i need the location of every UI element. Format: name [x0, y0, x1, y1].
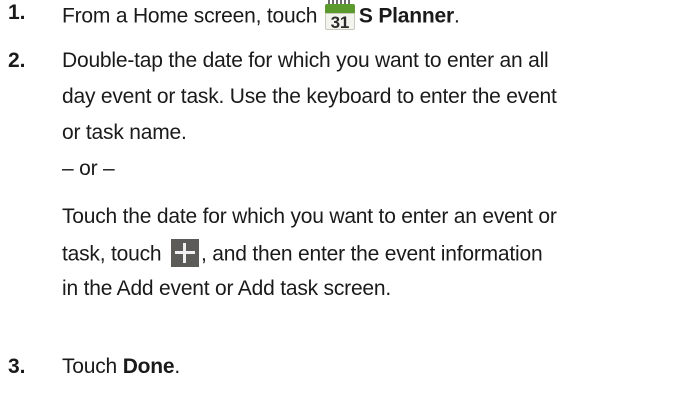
step-line: in the Add event or Add task screen. — [62, 277, 392, 300]
app-name-s-planner: S Planner — [358, 4, 454, 28]
step-text: From a Home screen, touch — [62, 4, 323, 28]
step-line: day event or task. Use the keyboard to e… — [62, 85, 557, 108]
or-separator: – or – — [62, 157, 115, 180]
step-line: task, touch , and then enter the event i… — [62, 239, 543, 269]
step-line: Touch Done. — [62, 355, 180, 379]
step-line: From a Home screen, touch 31 S Planner. — [62, 0, 460, 33]
step-text: task, touch — [62, 242, 167, 266]
step-number: 1. — [8, 1, 26, 24]
calendar-icon-date: 31 — [324, 13, 355, 31]
step-line: Touch the date for which you want to ent… — [62, 205, 557, 228]
step-text: , and then enter the event information — [201, 242, 543, 266]
step-text: . — [453, 4, 460, 28]
step-text: Touch — [62, 355, 123, 378]
step-number: 3. — [8, 355, 26, 378]
step-number: 2. — [8, 49, 26, 72]
step-line: or task name. — [62, 121, 187, 144]
step-text: . — [174, 355, 181, 378]
plus-icon — [171, 239, 199, 267]
calendar-icon: 31 — [324, 0, 355, 31]
step-line: Double-tap the date for which you want t… — [62, 49, 549, 72]
done-label: Done — [122, 355, 175, 378]
